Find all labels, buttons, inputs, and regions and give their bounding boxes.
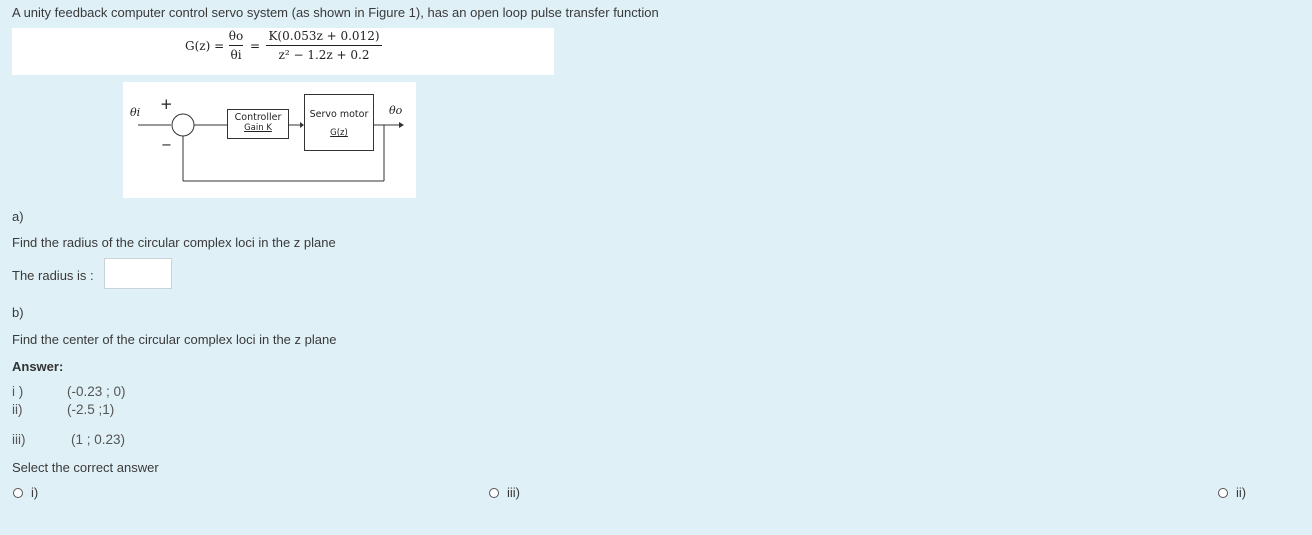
- formula-box: G(z) = θo θi = K(0.053z + 0.012) z² − 1.…: [12, 28, 554, 75]
- option-i[interactable]: i): [13, 485, 38, 500]
- choice-value-2: (-2.5 ;1): [67, 402, 115, 417]
- option-iii-label: iii): [507, 485, 520, 500]
- choice-num-1: i ): [12, 384, 24, 399]
- option-iii[interactable]: iii): [489, 485, 520, 500]
- formula-frac1-bar: [229, 45, 243, 46]
- controller-block: Controller Gain K: [227, 109, 289, 139]
- option-ii[interactable]: ii): [1218, 485, 1246, 500]
- part-b-question: Find the center of the circular complex …: [12, 332, 337, 347]
- minus-sign: −: [161, 138, 172, 153]
- choice-num-2: ii): [12, 402, 23, 417]
- formula-frac1-num: θo: [228, 29, 244, 43]
- formula-frac1-den: θi: [230, 48, 242, 62]
- servo-motor-block: Servo motor G(z): [304, 94, 374, 151]
- block-diagram: θi + − Controller Gain K Servo motor G(z…: [123, 82, 416, 198]
- radio-circle-icon[interactable]: [13, 487, 23, 498]
- choice-value-1: (-0.23 ; 0): [67, 384, 126, 399]
- servo-sub: G(z): [330, 128, 348, 138]
- formula-frac2-bar: [266, 45, 382, 46]
- part-a-question: Find the radius of the circular complex …: [12, 235, 336, 250]
- choice-num-3: iii): [12, 432, 26, 447]
- formula-frac2-den: z² − 1.2z + 0.2: [278, 48, 370, 62]
- radius-label: The radius is :: [12, 268, 94, 283]
- radius-input[interactable]: [104, 258, 172, 289]
- option-i-label: i): [31, 485, 39, 500]
- formula-lhs: G(z) =: [185, 39, 225, 53]
- part-a-label: a): [12, 209, 24, 224]
- radio-circle-icon[interactable]: [489, 487, 499, 498]
- controller-title: Controller: [234, 112, 282, 123]
- answer-heading: Answer:: [12, 359, 64, 374]
- servo-title: Servo motor: [309, 109, 369, 120]
- select-prompt: Select the correct answer: [12, 460, 159, 475]
- question-intro: A unity feedback computer control servo …: [12, 5, 659, 20]
- choice-value-3: (1 ; 0.23): [71, 432, 126, 447]
- radio-circle-icon[interactable]: [1218, 487, 1228, 498]
- controller-sub: Gain K: [244, 123, 272, 133]
- option-ii-label: ii): [1236, 485, 1247, 500]
- formula-equals: =: [250, 39, 261, 53]
- plus-sign: +: [160, 95, 173, 113]
- output-theta-label: θo: [389, 104, 403, 117]
- part-b-label: b): [12, 305, 24, 320]
- formula-frac2-num: K(0.053z + 0.012): [268, 29, 380, 43]
- input-theta-label: θi: [130, 106, 141, 119]
